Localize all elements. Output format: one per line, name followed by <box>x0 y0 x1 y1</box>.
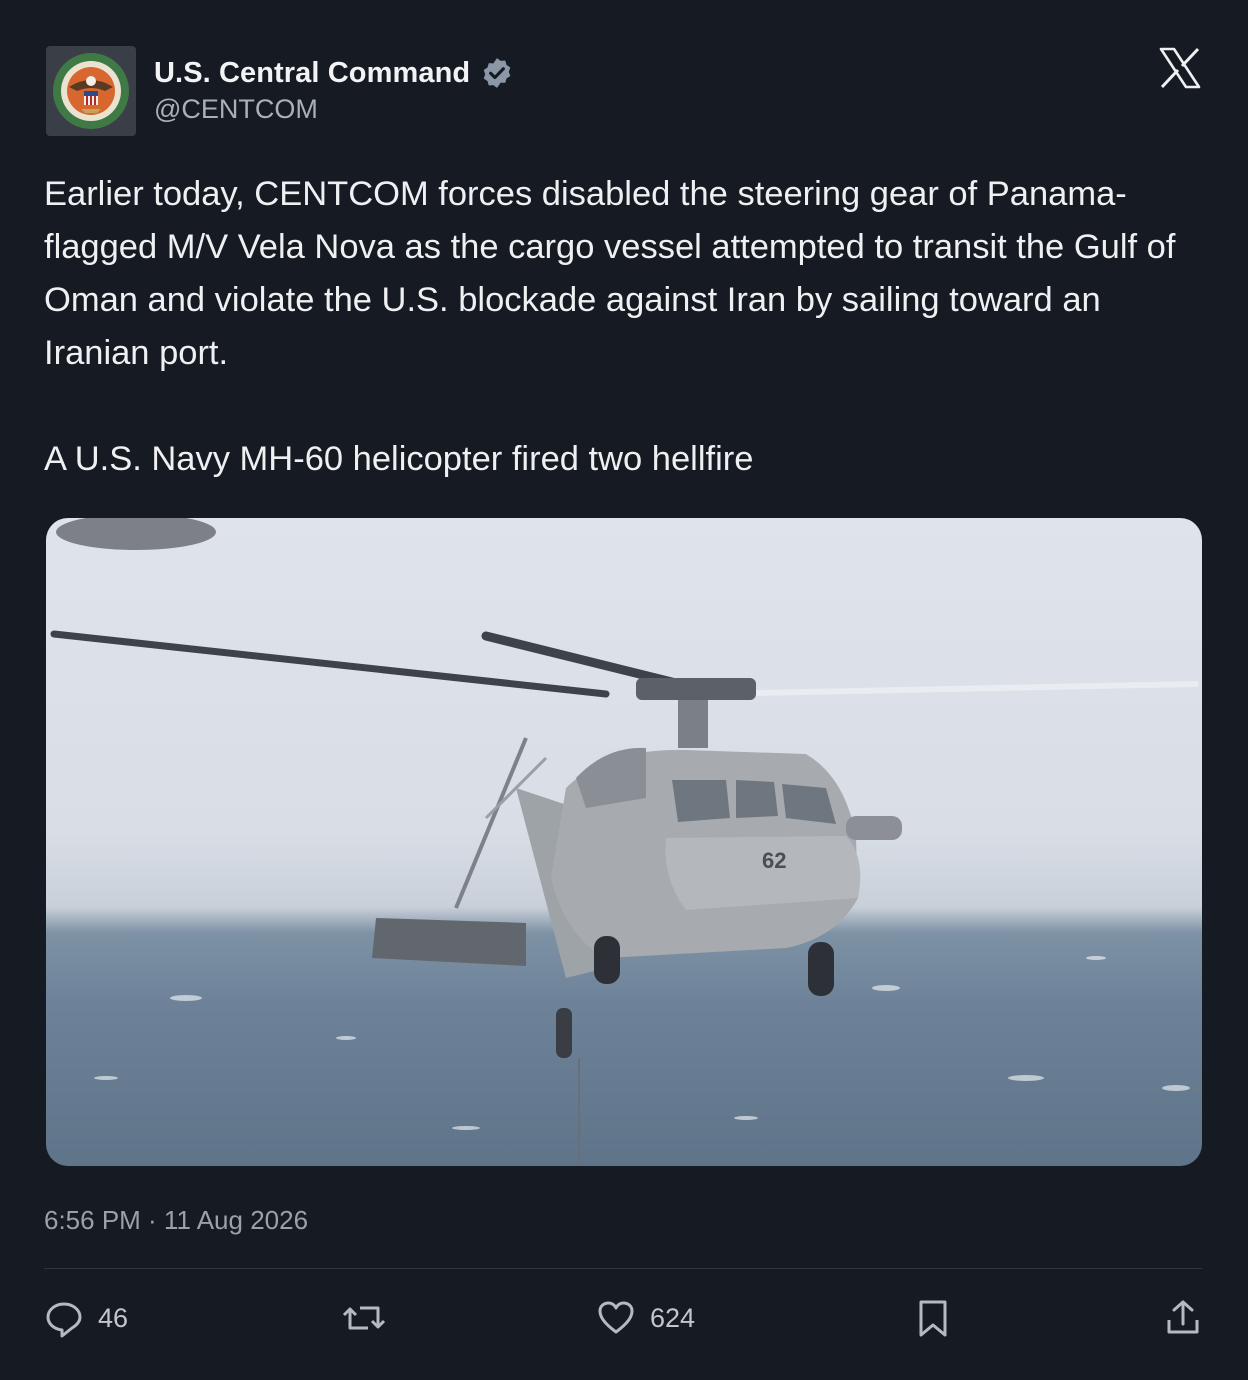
author-display-name[interactable]: U.S. Central Command <box>154 57 470 90</box>
author-info: U.S. Central Command @CENTCOM <box>154 56 514 125</box>
helicopter-over-sea-photo: 62 <box>50 518 1199 1166</box>
tweet-timestamp[interactable]: 6:56 PM · 11 Aug 2026 <box>44 1205 308 1236</box>
name-row: U.S. Central Command <box>154 56 514 90</box>
verified-badge-icon <box>483 58 511 88</box>
bookmark-icon <box>919 1300 947 1337</box>
tweet-header: U.S. Central Command @CENTCOM <box>46 46 1202 136</box>
heart-icon <box>598 1301 634 1334</box>
share-icon <box>1167 1300 1199 1334</box>
repost-icon <box>342 1306 386 1330</box>
reply-button[interactable]: 46 <box>44 1290 128 1346</box>
like-button[interactable]: 624 <box>596 1290 695 1346</box>
reply-icon <box>46 1302 82 1338</box>
tweet-text: Earlier today, CENTCOM forces disabled t… <box>44 175 1176 478</box>
divider <box>44 1268 1202 1269</box>
author-handle[interactable]: @CENTCOM <box>154 94 514 125</box>
repost-button[interactable] <box>342 1290 400 1346</box>
like-count: 624 <box>650 1302 696 1333</box>
tweet-actions: 46 624 <box>44 1290 1204 1346</box>
x-logo-icon[interactable] <box>1158 46 1202 90</box>
centcom-seal-icon <box>53 53 129 129</box>
tweet-media[interactable]: 62 <box>46 518 1202 1166</box>
author-avatar[interactable] <box>46 46 136 136</box>
share-button[interactable] <box>1164 1290 1202 1346</box>
reply-count: 46 <box>98 1302 129 1333</box>
bookmark-button[interactable] <box>916 1290 950 1346</box>
aircraft-marking: 62 <box>762 848 786 873</box>
